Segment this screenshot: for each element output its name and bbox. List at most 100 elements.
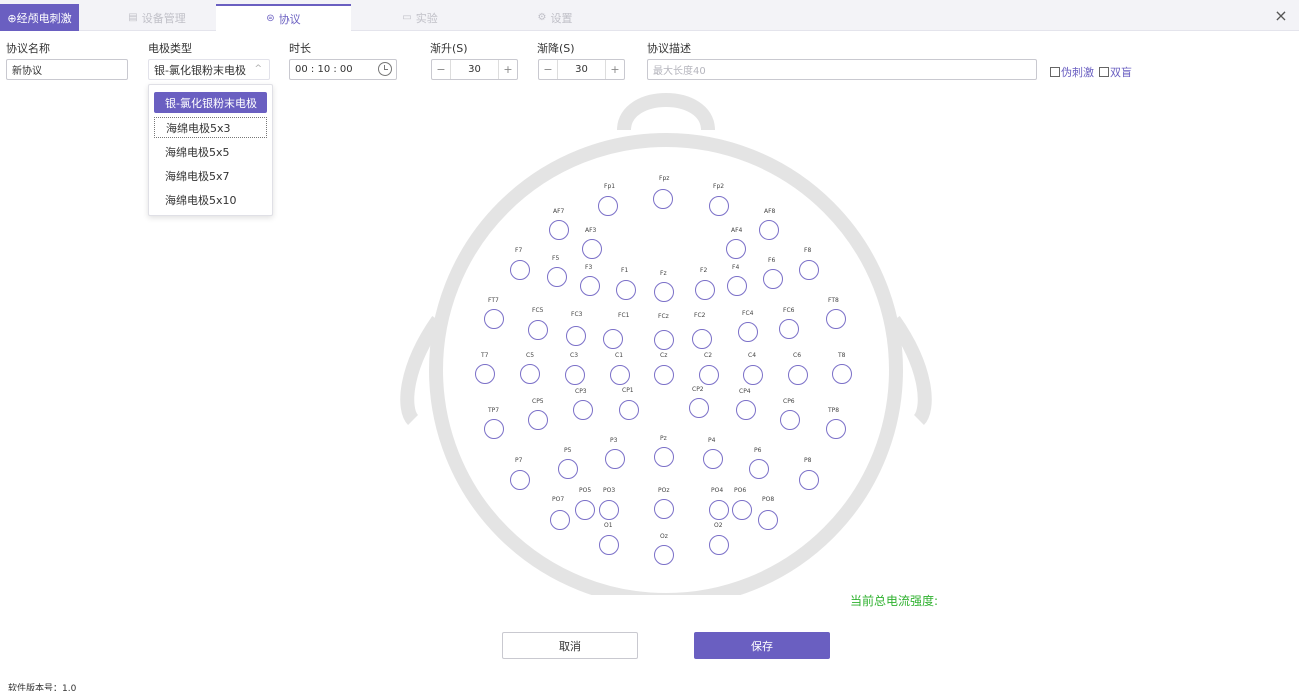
- ramp-down-stepper[interactable]: − 30 +: [538, 59, 625, 80]
- app-tab-tdcs[interactable]: ⊕经颅电刺激: [0, 4, 79, 31]
- sham-checkbox[interactable]: 伪刺激: [1050, 64, 1094, 80]
- electrode-cp2[interactable]: [689, 398, 709, 418]
- electrode-label-o2: O2: [714, 522, 723, 529]
- electrode-p6[interactable]: [749, 459, 769, 479]
- electrode-t7[interactable]: [475, 364, 495, 384]
- ramp-down-decrement-button[interactable]: −: [539, 60, 558, 79]
- electrode-p4[interactable]: [703, 449, 723, 469]
- electrode-f2[interactable]: [695, 280, 715, 300]
- electrode-label-po4: PO4: [711, 487, 724, 494]
- save-button[interactable]: 保存: [694, 632, 830, 659]
- electrode-f7[interactable]: [510, 260, 530, 280]
- electrode-label-fc3: FC3: [571, 311, 583, 318]
- electrode-f1[interactable]: [616, 280, 636, 300]
- ramp-down-value[interactable]: 30: [558, 60, 605, 79]
- electrode-c1[interactable]: [610, 365, 630, 385]
- electrode-fp1[interactable]: [598, 196, 618, 216]
- electrode-p5[interactable]: [558, 459, 578, 479]
- electrode-po6[interactable]: [732, 500, 752, 520]
- dropdown-option-sponge-5x3[interactable]: 海绵电极5x3: [154, 117, 267, 138]
- electrode-f5[interactable]: [547, 267, 567, 287]
- dropdown-option-sponge-5x5[interactable]: 海绵电极5x5: [154, 141, 267, 162]
- ramp-up-stepper[interactable]: − 30 +: [431, 59, 518, 80]
- electrode-p8[interactable]: [799, 470, 819, 490]
- electrode-c5[interactable]: [520, 364, 540, 384]
- protocol-name-input[interactable]: 新协议: [6, 59, 128, 80]
- electrode-label-f7: F7: [515, 247, 523, 254]
- clock-icon[interactable]: [378, 62, 392, 76]
- electrode-o2[interactable]: [709, 535, 729, 555]
- tab-device-management[interactable]: ▤ 设备管理: [112, 4, 202, 31]
- double-blind-checkbox-box[interactable]: [1099, 67, 1109, 77]
- electrode-oz[interactable]: [654, 545, 674, 565]
- ramp-up-decrement-button[interactable]: −: [432, 60, 451, 79]
- electrode-c4[interactable]: [743, 365, 763, 385]
- ramp-up-value[interactable]: 30: [451, 60, 498, 79]
- electrode-c3[interactable]: [565, 365, 585, 385]
- double-blind-checkbox[interactable]: 双盲: [1099, 64, 1132, 80]
- total-current-label: 当前总电流强度:: [850, 594, 939, 608]
- electrode-fz[interactable]: [654, 282, 674, 302]
- electrode-fc3[interactable]: [566, 326, 586, 346]
- dropdown-option-sponge-5x7[interactable]: 海绵电极5x7: [154, 165, 267, 186]
- electrode-po5[interactable]: [575, 500, 595, 520]
- electrode-po8[interactable]: [758, 510, 778, 530]
- electrode-af3[interactable]: [582, 239, 602, 259]
- electrode-af4[interactable]: [726, 239, 746, 259]
- tab-experiment[interactable]: ▭ 实验: [390, 4, 450, 31]
- electrode-cz[interactable]: [654, 365, 674, 385]
- electrode-cp5[interactable]: [528, 410, 548, 430]
- description-input[interactable]: 最大长度40: [647, 59, 1037, 80]
- electrode-poz[interactable]: [654, 499, 674, 519]
- electrode-type-select[interactable]: 银-氯化银粉末电极 ^: [148, 59, 270, 80]
- electrode-cp3[interactable]: [573, 400, 593, 420]
- electrode-ft8[interactable]: [826, 309, 846, 329]
- dropdown-option-sponge-5x10[interactable]: 海绵电极5x10: [154, 189, 267, 210]
- electrode-p3[interactable]: [605, 449, 625, 469]
- electrode-tp7[interactable]: [484, 419, 504, 439]
- electrode-fc1[interactable]: [603, 329, 623, 349]
- electrode-fc4[interactable]: [738, 322, 758, 342]
- electrode-f6[interactable]: [763, 269, 783, 289]
- close-icon[interactable]: ×: [1273, 8, 1289, 24]
- electrode-label-fc4: FC4: [742, 310, 754, 317]
- electrode-ft7[interactable]: [484, 309, 504, 329]
- electrode-pz[interactable]: [654, 447, 674, 467]
- electrode-label-af4: AF4: [731, 227, 743, 234]
- electrode-f8[interactable]: [799, 260, 819, 280]
- electrode-t8[interactable]: [832, 364, 852, 384]
- electrode-fp2[interactable]: [709, 196, 729, 216]
- electrode-o1[interactable]: [599, 535, 619, 555]
- electrode-c2[interactable]: [699, 365, 719, 385]
- electrode-label-c4: C4: [748, 352, 757, 359]
- electrode-label-f5: F5: [552, 255, 560, 262]
- electrode-fpz[interactable]: [653, 189, 673, 209]
- electrode-po7[interactable]: [550, 510, 570, 530]
- electrode-f4[interactable]: [727, 276, 747, 296]
- electrode-cp6[interactable]: [780, 410, 800, 430]
- electrode-tp8[interactable]: [826, 419, 846, 439]
- electrode-cp1[interactable]: [619, 400, 639, 420]
- duration-input[interactable]: 00 : 10 : 00: [289, 59, 397, 80]
- tab-settings[interactable]: ⚙ 设置: [525, 4, 585, 31]
- electrode-fc5[interactable]: [528, 320, 548, 340]
- tab-protocol[interactable]: ⊜ 协议: [216, 4, 351, 31]
- electrode-f3[interactable]: [580, 276, 600, 296]
- dropdown-option-agagcl[interactable]: 银-氯化银粉末电极: [154, 92, 267, 113]
- electrode-fcz[interactable]: [654, 330, 674, 350]
- electrode-fc2[interactable]: [692, 329, 712, 349]
- electrode-label-po7: PO7: [552, 496, 565, 503]
- ramp-down-increment-button[interactable]: +: [605, 60, 624, 79]
- electrode-cp4[interactable]: [736, 400, 756, 420]
- electrode-af7[interactable]: [549, 220, 569, 240]
- electrode-po3[interactable]: [599, 500, 619, 520]
- electrode-p7[interactable]: [510, 470, 530, 490]
- ramp-up-increment-button[interactable]: +: [498, 60, 517, 79]
- sham-checkbox-box[interactable]: [1050, 67, 1060, 77]
- electrode-af8[interactable]: [759, 220, 779, 240]
- electrode-c6[interactable]: [788, 365, 808, 385]
- electrode-po4[interactable]: [709, 500, 729, 520]
- cancel-button[interactable]: 取消: [502, 632, 638, 659]
- electrode-label-p6: P6: [754, 447, 762, 454]
- electrode-fc6[interactable]: [779, 319, 799, 339]
